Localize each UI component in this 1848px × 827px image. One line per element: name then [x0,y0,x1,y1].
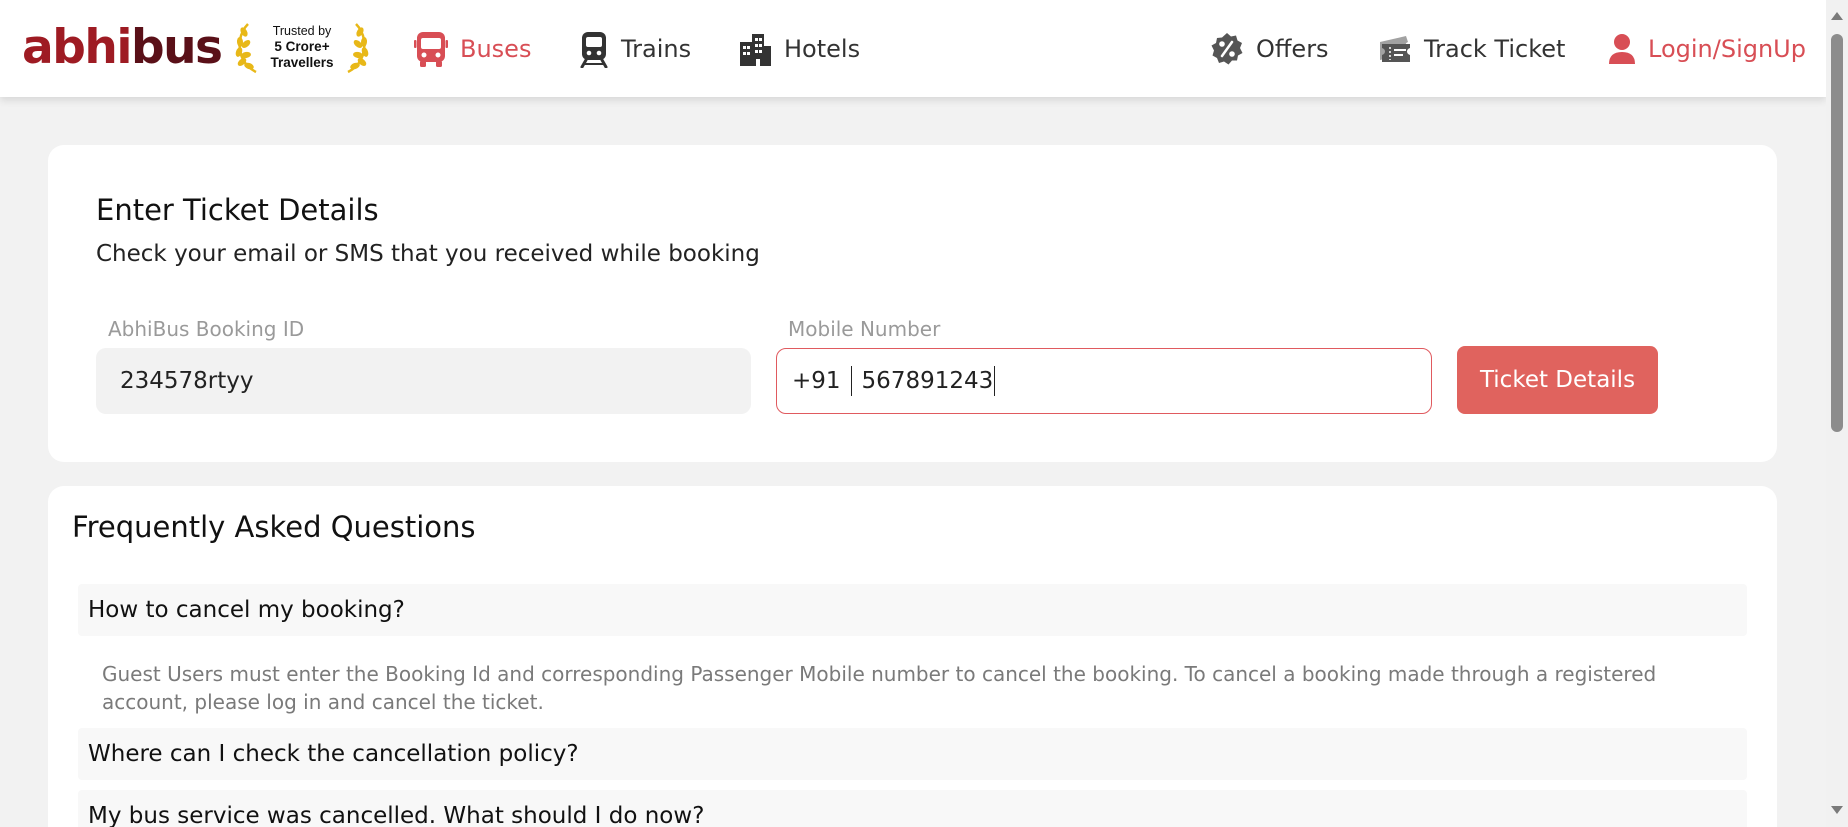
faq-card: Frequently Asked Questions How to cancel… [48,486,1777,827]
ticket-card-title: Enter Ticket Details [96,193,379,227]
scroll-up-arrow-icon[interactable] [1831,12,1843,20]
mobile-number-value: 567891243 [852,366,996,396]
trusted-text: Trusted by 5 Crore+ Travellers [270,24,334,70]
booking-id-label: AbhiBus Booking ID [108,317,305,341]
train-icon [580,32,608,68]
ticket-card-subtitle: Check your email or SMS that you receive… [96,241,760,267]
top-navbar: abhibus Trusted by 5 Crore+ Travellers B… [0,0,1826,97]
nav-offers[interactable]: Offers [1210,24,1329,74]
trusted-badge: Trusted by 5 Crore+ Travellers [234,20,370,76]
abhibus-logo[interactable]: abhibus [22,20,223,76]
ticket-details-card: Enter Ticket Details Check your email or… [48,145,1777,462]
ticket-icon [1380,36,1410,62]
ticket-details-button[interactable]: Ticket Details [1457,346,1658,414]
nav-login-signup[interactable]: Login/SignUp [1608,24,1806,74]
booking-id-value: 234578rtyy [120,368,254,394]
nav-trains[interactable]: Trains [579,24,691,74]
laurel-right-icon [347,23,369,74]
faq-answer: Guest Users must enter the Booking Id an… [102,662,1657,714]
country-code-prefix: +91 [792,366,852,396]
booking-id-input[interactable]: 234578rtyy [96,348,751,414]
mobile-number-input[interactable]: +91 567891243 [776,348,1432,414]
faq-title: Frequently Asked Questions [72,510,476,544]
scrollbar-thumb[interactable] [1831,34,1843,432]
laurel-left-icon [235,23,257,74]
scroll-down-arrow-icon[interactable] [1831,806,1843,814]
faq-question[interactable]: My bus service was cancelled. What shoul… [78,790,1747,827]
offers-badge-icon [1211,33,1243,65]
faq-question[interactable]: Where can I check the cancellation polic… [78,728,1747,780]
nav-hotels[interactable]: Hotels [738,24,860,74]
mobile-number-label: Mobile Number [788,317,941,341]
user-icon [1609,34,1635,64]
bus-icon [414,32,448,67]
hotel-icon [740,34,771,66]
page-scrollbar[interactable] [1826,0,1848,827]
nav-track-ticket[interactable]: Track Ticket [1378,24,1565,74]
nav-buses[interactable]: Buses [414,24,531,74]
faq-question[interactable]: How to cancel my booking? [78,584,1747,636]
